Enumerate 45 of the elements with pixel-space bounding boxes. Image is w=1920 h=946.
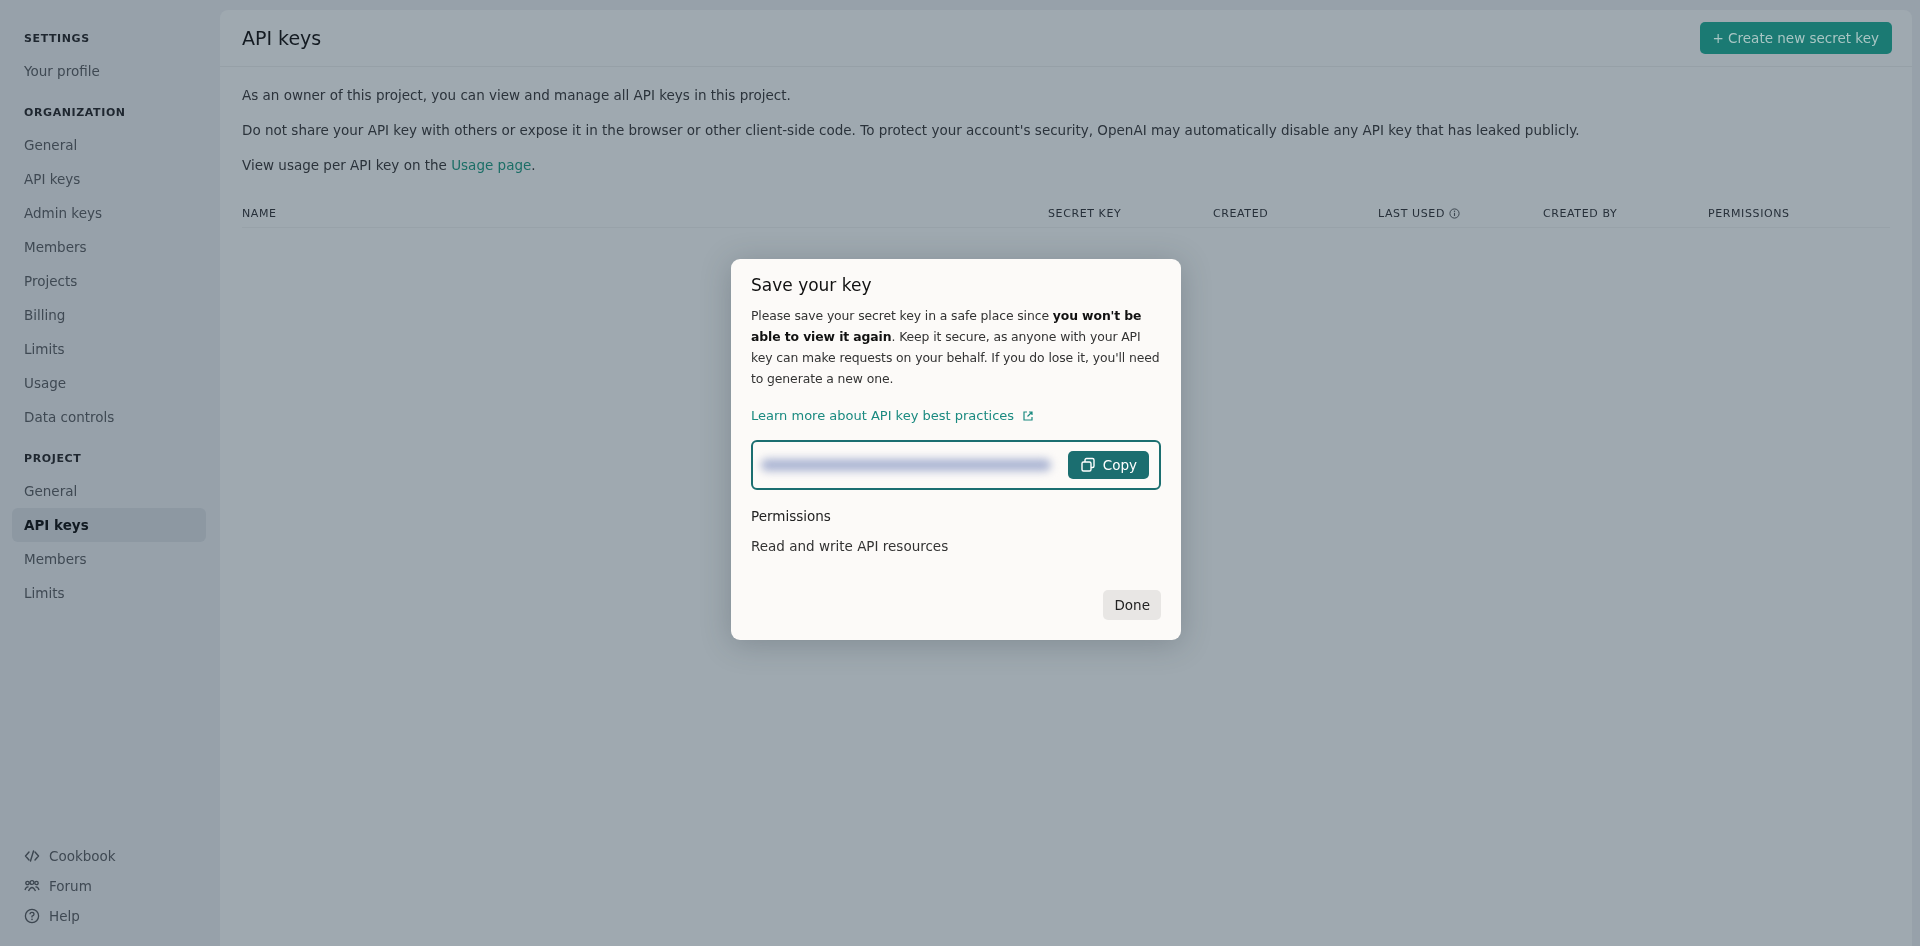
key-field[interactable]: Copy [751, 440, 1161, 490]
column-header: SECRET KEY [1048, 207, 1123, 220]
column-header: LAST USED [1378, 207, 1543, 220]
sidebar-item[interactable]: Limits [12, 332, 206, 366]
sidebar-item[interactable]: Usage [12, 366, 206, 400]
paragraph: View usage per API key on the Usage page. [242, 157, 537, 173]
sidebar-item[interactable]: General [12, 128, 206, 162]
help-icon [24, 908, 40, 924]
column-header: NAME [242, 207, 278, 220]
sidebar-link[interactable]: Cookbook [24, 848, 194, 864]
external-link-icon [1022, 409, 1035, 422]
people-icon [24, 878, 40, 894]
sidebar-item[interactable]: Billing [12, 298, 206, 332]
section-heading: SETTINGS [23, 31, 91, 47]
done-button[interactable]: Done [1103, 590, 1161, 620]
column-header: CREATED BY [1543, 207, 1619, 220]
page-title: API keys [242, 27, 322, 49]
permissions-value: Read and write API resources [751, 538, 950, 554]
dialog-message: Please save your secret key in a safe place since you won't be able to view it again. Keep it secure, as anyone with your API key can make requests on your behalf. If you do lose it, you'll need to generate a new one. [751, 307, 1161, 388]
sidebar-item[interactable]: Members [12, 230, 206, 264]
sidebar-item[interactable]: Data controls [12, 400, 206, 434]
code-icon [24, 848, 40, 864]
sidebar-item[interactable]: Members [12, 542, 206, 576]
sidebar-item[interactable]: Limits [12, 576, 206, 610]
section-heading: ORGANIZATION [23, 105, 127, 121]
column-header: CREATED [1213, 207, 1270, 220]
sidebar-item[interactable]: Projects [12, 264, 206, 298]
sidebar-item[interactable]: General [12, 474, 206, 508]
info-icon [1448, 208, 1460, 219]
sidebar-item[interactable]: API keys [12, 162, 206, 196]
sidebar-link[interactable]: Forum [24, 878, 194, 894]
permissions-label: Permissions [751, 508, 832, 524]
sidebar-link[interactable]: Help [24, 908, 194, 924]
sidebar-item[interactable]: Your profile [12, 54, 206, 88]
paragraph: As an owner of this project, you can view and manage all API keys in this project. [242, 87, 792, 103]
section-heading: PROJECT [23, 451, 83, 467]
best-practices-link[interactable]: Learn more about API key best practices [751, 408, 1035, 423]
sidebar-item[interactable]: Admin keys [12, 196, 206, 230]
copy-button[interactable]: Copy [1067, 451, 1149, 479]
create-key-button[interactable]: + Create new secret key [1699, 22, 1892, 54]
sidebar-item[interactable]: API keys [12, 508, 206, 542]
paragraph: Do not share your API key with others or expose it in the browser or other client-side code. To protect your account's security, OpenAI may automatically disable any API key that has leaked publicly. [242, 122, 1581, 138]
dialog-title: Save your key [751, 275, 873, 295]
column-header: PERMISSIONS [1708, 207, 1791, 220]
copy-icon [1079, 457, 1096, 473]
